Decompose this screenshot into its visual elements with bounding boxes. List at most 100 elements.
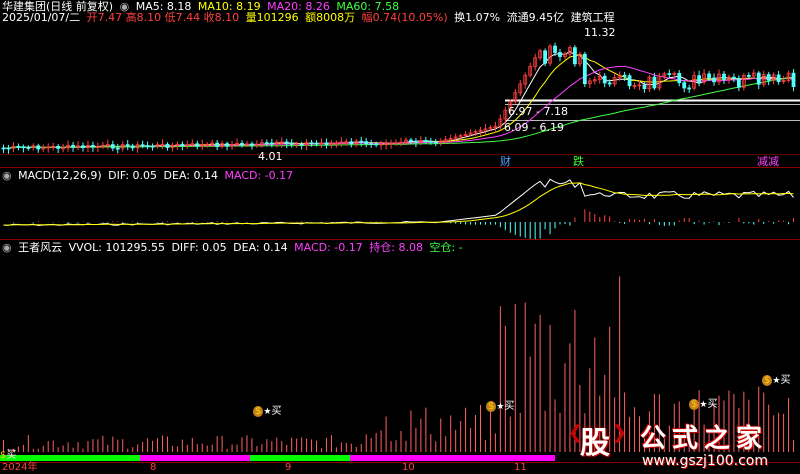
candle-body <box>543 50 547 64</box>
candle-body <box>324 142 329 145</box>
candle-body <box>553 45 557 53</box>
dea-line <box>3 182 794 226</box>
candle-body <box>736 77 741 88</box>
candle-body <box>81 145 85 148</box>
candle-body <box>225 143 229 147</box>
indicator-macd-value: MACD: -0.17 <box>294 241 363 254</box>
candle-body <box>642 84 647 90</box>
position-status-bar <box>140 455 250 461</box>
buy-label: 买 <box>707 399 718 410</box>
candle-body <box>289 142 294 145</box>
candle-body <box>582 53 587 85</box>
macd-dif: DIF: 0.05 <box>108 169 158 182</box>
candle-body <box>115 147 120 150</box>
buy-label: 买 <box>504 401 515 412</box>
event-tag-die[interactable]: 跌 <box>573 156 584 168</box>
candle-body <box>36 145 41 150</box>
candle-body <box>756 72 761 85</box>
settings-icon[interactable]: ◉ <box>2 241 12 254</box>
settings-icon[interactable]: ◉ <box>2 169 12 182</box>
candle-body <box>314 142 319 145</box>
position-status-bar <box>0 455 140 461</box>
candle-body <box>125 144 130 147</box>
buy-signal-5[interactable]: $ ★买 <box>762 371 790 386</box>
candle-body <box>652 76 657 89</box>
candle-body <box>150 145 155 148</box>
candle-body <box>433 141 438 144</box>
macd-dea: DEA: 0.14 <box>163 169 218 182</box>
dea-value: DEA: 0.14 <box>233 241 288 254</box>
chart-canvas[interactable] <box>0 0 800 474</box>
candle-body <box>682 82 687 89</box>
candle-body <box>722 73 726 80</box>
candle-body <box>26 147 31 149</box>
candle-body <box>677 72 682 84</box>
candle-body <box>766 74 771 81</box>
candle-body <box>145 145 150 147</box>
candle-body <box>195 143 200 147</box>
candle-body <box>374 143 379 146</box>
candle-body <box>364 141 369 144</box>
candle-body <box>16 145 21 148</box>
candle-body <box>428 140 433 143</box>
candle-body <box>558 52 562 57</box>
x-axis-label: 11 <box>514 462 527 473</box>
candle-body <box>250 143 254 146</box>
money-bag-icon: $ <box>253 406 264 417</box>
buy-signal-2[interactable]: $ ★买 <box>253 402 281 417</box>
low-price-label: 4.01 <box>258 150 283 163</box>
macd-title[interactable]: MACD(12,26,9) <box>18 169 102 182</box>
candle-body <box>21 146 26 149</box>
candle-body <box>776 74 781 83</box>
candle-body <box>359 140 364 143</box>
buy-signal-1[interactable]: $买 <box>0 446 16 461</box>
candle-body <box>269 142 274 145</box>
site-watermark: ❮ 股 ❯ 公式之家 www.gszj100.com <box>560 416 800 474</box>
candle-body <box>732 76 736 79</box>
candle-body <box>240 143 244 146</box>
diff-value: DIFF: 0.05 <box>171 241 227 254</box>
candle-body <box>414 140 418 143</box>
candle-body <box>140 144 145 147</box>
candle-body <box>110 144 115 149</box>
candle-body <box>130 145 135 149</box>
candle-body <box>409 139 413 142</box>
hold-value: 持仓: 8.08 <box>369 241 423 254</box>
candle-body <box>180 143 185 146</box>
candle-body <box>707 73 711 79</box>
x-axis-label: 8 <box>150 462 157 473</box>
candle-body <box>423 140 428 142</box>
candle-body <box>56 145 61 149</box>
money-bag-icon: $ <box>486 401 497 412</box>
position-status-bar <box>350 455 555 461</box>
horn-icon: ❯ <box>612 422 628 443</box>
candle-body <box>369 143 374 145</box>
candle-body <box>791 72 796 88</box>
candle-body <box>712 77 716 83</box>
candle-body <box>71 144 75 148</box>
candle-body <box>697 75 702 83</box>
candle-body <box>309 142 314 145</box>
event-tag-cai[interactable]: 财 <box>500 156 511 168</box>
candle-body <box>602 75 607 84</box>
buy-signal-3[interactable]: $ ★买 <box>486 397 514 412</box>
candle-body <box>746 75 751 77</box>
candle-body <box>573 47 577 65</box>
logo-char: 股 <box>580 426 610 461</box>
indicator-title[interactable]: 王者风云 <box>18 241 62 254</box>
candle-body <box>299 143 304 146</box>
event-tag-jianchi[interactable]: 减减 <box>757 156 779 168</box>
watermark-url: www.gszj100.com <box>642 453 769 469</box>
candle-body <box>264 142 269 145</box>
ma60-line <box>3 76 794 149</box>
candle-body <box>667 73 672 76</box>
high-price-label: 11.32 <box>584 26 616 39</box>
x-axis-label: 9 <box>285 462 292 473</box>
indicator-header: ◉ 王者风云 VVOL: 101295.55 DIFF: 0.05 DEA: 0… <box>2 242 466 254</box>
range-label-upper: 6.97 - 7.18 <box>508 105 568 118</box>
buy-signal-4[interactable]: $ ★买 <box>689 395 717 410</box>
money-bag-icon: $ <box>689 399 700 410</box>
candle-body <box>91 144 95 148</box>
candle-body <box>607 82 612 85</box>
buy-label: 买 <box>6 450 17 461</box>
